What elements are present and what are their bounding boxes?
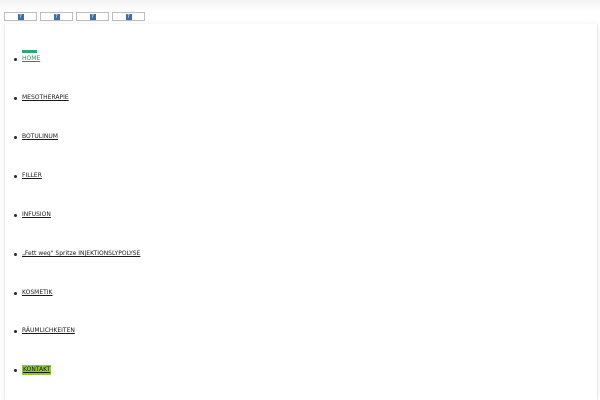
top-shadow [0, 0, 600, 12]
menu-link-raeumlichkeiten[interactable]: RÄUMLICHKEITEN [22, 326, 75, 336]
language-switcher: ? ? ? ? [4, 12, 145, 21]
missing-image-icon: ? [125, 14, 132, 20]
missing-image-icon: ? [89, 14, 96, 20]
page: ? ? ? ? HOME MESOTHERAPIE BOTULINUM FILL… [0, 0, 600, 400]
bullet-icon [14, 292, 17, 295]
bullet-icon [14, 136, 17, 139]
language-flag-1[interactable]: ? [4, 12, 37, 21]
menu-link-mesotherapie[interactable]: MESOTHERAPIE [22, 93, 69, 103]
language-flag-2[interactable]: ? [40, 12, 73, 21]
bullet-icon [14, 175, 17, 178]
bullet-icon [14, 58, 17, 61]
menu-link-botulinum[interactable]: BOTULINUM [22, 132, 58, 142]
menu-link-kontakt[interactable]: KONTAKT [22, 365, 52, 375]
missing-image-icon: ? [17, 14, 24, 20]
bullet-icon [14, 253, 17, 256]
content-frame: HOME MESOTHERAPIE BOTULINUM FILLER INFUS… [4, 24, 598, 400]
bullet-icon [14, 97, 17, 100]
missing-image-icon: ? [53, 14, 60, 20]
language-flag-3[interactable]: ? [76, 12, 109, 21]
menu-link-fett-weg[interactable]: „Fett weg" Spritze INJEKTIONSLYPOLYSE [22, 249, 140, 259]
menu-link-kosmetik[interactable]: KOSMETIK [22, 288, 52, 298]
menu-link-filler[interactable]: FILLER [22, 171, 42, 181]
bullet-icon [14, 214, 17, 217]
menu-link-infusion[interactable]: INFUSION [22, 210, 51, 220]
menu-link-home[interactable]: HOME [22, 50, 40, 64]
bullet-icon [14, 330, 17, 333]
language-flag-4[interactable]: ? [112, 12, 145, 21]
bullet-icon [14, 369, 17, 372]
